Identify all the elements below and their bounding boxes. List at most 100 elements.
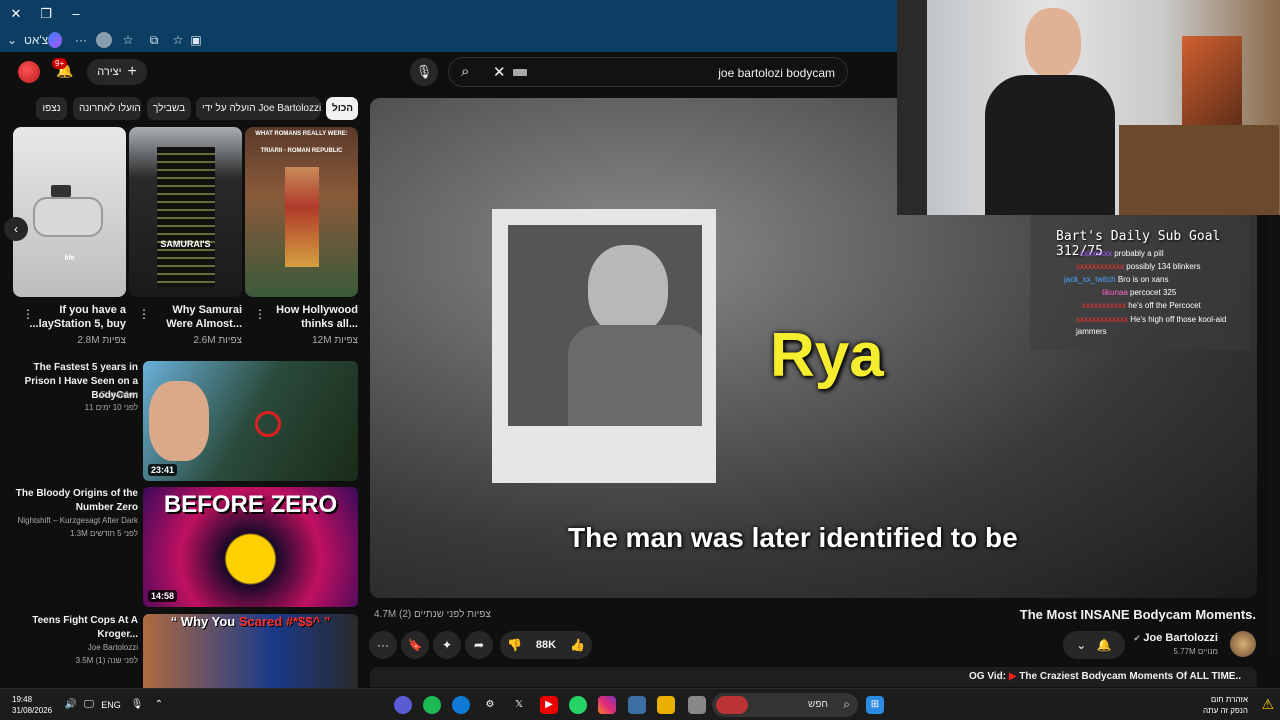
search-icon[interactable]: ⌕ [461, 63, 469, 80]
start-icon[interactable]: ⊞ [866, 696, 884, 714]
og-vid-link[interactable]: The Craziest Bodycam Moments Of ALL TIME… [1019, 671, 1241, 682]
weather-line: הנפק זה עתה [1203, 706, 1248, 715]
chevron-up-icon[interactable]: ⌃ [150, 696, 168, 714]
chip-all[interactable]: הכול [326, 97, 358, 120]
user-avatar[interactable] [18, 61, 40, 83]
search-input[interactable]: joe bartolozi bodycam [718, 66, 835, 80]
recommendation-item[interactable]: BEFORE ZERO 14:58 The Bloody Origins of … [0, 487, 365, 609]
share-button[interactable]: ➦ [465, 631, 493, 659]
chat-message: xxxxxxxxxxxxx He's high off those kool-a… [1076, 314, 1246, 338]
recommendation-channel[interactable]: Starwalker [10, 390, 138, 399]
clear-search-icon[interactable]: ✕ [493, 63, 506, 81]
keyboard-icon[interactable] [513, 69, 527, 76]
controller-shape [33, 197, 103, 237]
recommendation-title[interactable]: Teens Fight Cops At A Kroger... [10, 614, 138, 642]
short-thumbnail[interactable]: WHAT ROMANS REALLY WERE: TRIARII - ROMAN… [245, 127, 358, 297]
description-bar[interactable]: OG Vid: ▶ The Craziest Bodycam Moments O… [370, 667, 1257, 687]
profile-label[interactable]: צ'אט [24, 32, 48, 48]
short-thumbnail[interactable]: life [13, 127, 126, 297]
spotify-icon[interactable] [423, 696, 441, 714]
recommendation-item[interactable]: “ Why You Scared #*$$^ ” Teens Fight Cop… [0, 614, 365, 688]
edge-icon[interactable] [452, 696, 470, 714]
clock-date: 31/08/2026 [12, 706, 53, 715]
recommendation-channel[interactable]: Joe Bartolozzi [10, 643, 138, 652]
highlight-circle [255, 411, 281, 437]
chip-for-you[interactable]: בשבילך [147, 97, 191, 120]
account-icon[interactable] [96, 32, 112, 48]
more-icon[interactable]: ··· [74, 32, 88, 48]
dislike-icon[interactable]: 👎 [507, 631, 522, 659]
like-dislike-group: 👎 88K 👍 [500, 631, 592, 659]
split-screen-icon[interactable]: ▣ [188, 32, 204, 48]
chip-recently-uploaded[interactable]: הועלו לאחרונה [73, 97, 141, 120]
x-icon[interactable]: 𝕏 [510, 696, 528, 714]
desk-shape [1119, 125, 1279, 215]
short-thumbnail[interactable]: SAMURAI'S [129, 127, 242, 297]
overlay-name-text: Rya [770, 321, 884, 390]
task-view-icon[interactable] [688, 696, 706, 714]
channel-avatar[interactable] [1230, 631, 1256, 657]
stream-chat-overlay: Bart's Daily Sub Goal 312/75 xxxxxxxx pr… [1030, 215, 1250, 350]
warning-icon[interactable]: ⚠ [1261, 696, 1274, 713]
volume-icon[interactable]: 🔊 [62, 696, 80, 714]
system-clock[interactable]: 19:48 31/08/2026 [12, 694, 52, 716]
thumbnail-text-a: “ Why You [170, 614, 236, 629]
recommendation-meta: 3.5M לפני שנה (1) [75, 656, 138, 665]
chip-watched[interactable]: נצפו [36, 97, 67, 120]
video-subtitle: The man was later identified to be [568, 522, 1018, 553]
search-box[interactable]: ⌕ ✕ joe bartolozi bodycam [448, 57, 848, 87]
ask-button[interactable]: ✦ [433, 631, 461, 659]
network-icon[interactable]: 🖵 [80, 696, 98, 714]
like-count[interactable]: 88K [536, 631, 556, 659]
favorites-icon[interactable]: ☆ [120, 32, 136, 48]
sparkle-icon: ✦ [441, 638, 453, 652]
streamer-face [1025, 8, 1081, 78]
chip-uploaded-by[interactable]: הועלה על ידי Joe Bartolozzi [196, 97, 321, 120]
close-window-button[interactable]: ✕ [4, 4, 28, 24]
recommendation-title[interactable]: The Bloody Origins of the Number Zero [10, 487, 138, 515]
og-vid-label: OG Vid: [968, 671, 1007, 682]
more-vert-icon[interactable]: ⋮ [22, 307, 34, 321]
like-icon[interactable]: 👍 [570, 631, 585, 659]
microphone-icon[interactable]: 🎙 [128, 696, 146, 714]
bookmark-star-icon[interactable]: ☆ [170, 32, 186, 48]
recommendation-thumbnail[interactable]: 23:41 [143, 361, 358, 481]
more-vert-icon[interactable]: ⋮ [138, 307, 150, 321]
extensions-icon[interactable]: ⧉ [146, 32, 162, 48]
recommendation-thumbnail[interactable]: BEFORE ZERO 14:58 [143, 487, 358, 607]
face-shape [149, 381, 209, 461]
chevron-left-icon: ‹ [14, 222, 18, 236]
whatsapp-icon[interactable] [569, 696, 587, 714]
restore-window-button[interactable]: ❐ [34, 4, 58, 24]
recommendation-thumbnail[interactable]: “ Why You Scared #*$$^ ” [143, 614, 358, 688]
create-label: יצירה [97, 66, 122, 78]
language-indicator[interactable]: ENG [100, 696, 122, 714]
create-button[interactable]: יצירה + [87, 59, 147, 85]
steam-icon[interactable]: ⚙ [481, 696, 499, 714]
subscribed-button[interactable]: ⌄ 🔔 [1063, 631, 1125, 659]
store-icon[interactable] [628, 696, 646, 714]
recommendation-channel[interactable]: Nightshift – Kurzgesagt After Dark [10, 516, 139, 525]
channel-name-text: Joe Bartolozzi [1143, 632, 1218, 644]
copilot-icon[interactable] [48, 32, 62, 48]
chevron-down-icon[interactable]: ⌄ [6, 32, 18, 48]
file-explorer-icon[interactable] [657, 696, 675, 714]
youtube-icon[interactable]: ▶ [540, 696, 558, 714]
more-actions-button[interactable]: ··· [369, 631, 397, 659]
short-caption: life [64, 255, 75, 262]
taskbar-search[interactable]: חפש ⌕ [712, 693, 858, 717]
save-button[interactable]: 🔖 [401, 631, 429, 659]
instagram-icon[interactable] [598, 696, 616, 714]
channel-name[interactable]: ✔ Joe Bartolozzi [1133, 632, 1218, 644]
more-vert-icon[interactable]: ⋮ [254, 307, 266, 321]
shorts-prev-button[interactable]: ‹ [4, 217, 28, 241]
voice-search-button[interactable]: 🎙 [410, 58, 438, 86]
notifications-button[interactable]: 🔔 9+ [52, 58, 78, 82]
suspect-photo [508, 225, 702, 426]
weather-widget[interactable]: אזהרת חום הנפק זה עתה [1203, 694, 1248, 716]
minimize-window-button[interactable]: – [64, 4, 88, 24]
chevron-down-icon: ⌄ [1076, 638, 1087, 652]
notifications-badge: 9+ [52, 58, 68, 69]
discord-icon[interactable] [394, 696, 412, 714]
recommendation-item[interactable]: 23:41 The Fastest 5 years in Prison I Ha… [0, 361, 365, 483]
